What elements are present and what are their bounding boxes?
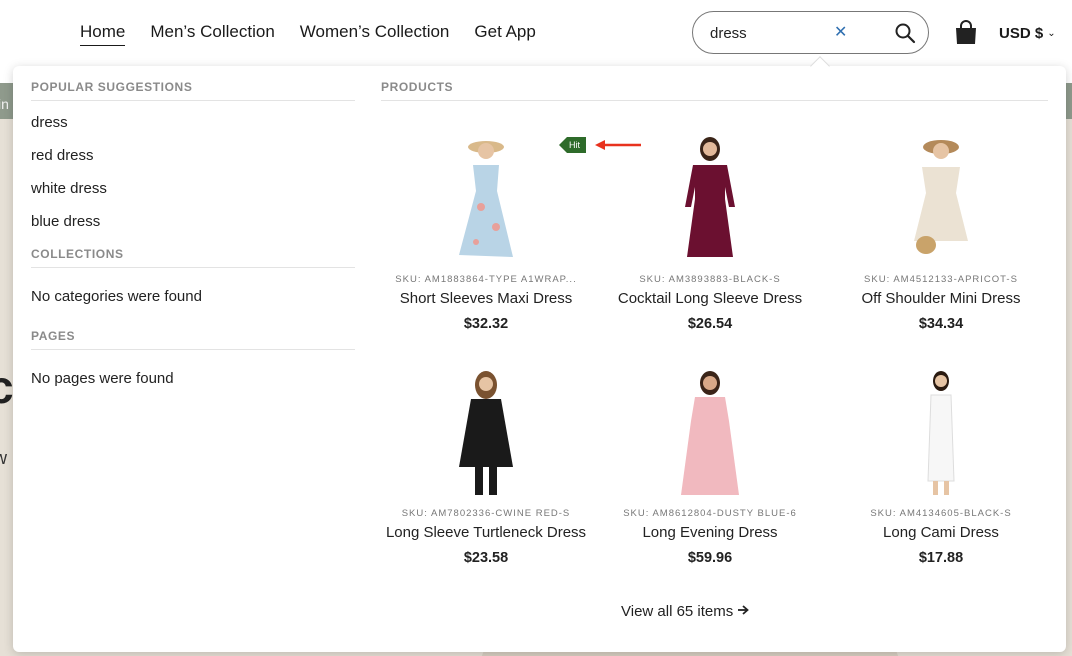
section-title-collections: COLLECTIONS — [31, 247, 355, 268]
nav-get-app[interactable]: Get App — [474, 22, 535, 46]
product-name: Short Sleeves Maxi Dress — [399, 290, 573, 307]
hero-text: w — [0, 448, 7, 468]
section-title-pages: PAGES — [31, 329, 355, 350]
suggestion-item[interactable]: red dress — [31, 142, 355, 175]
section-title-popular: POPULAR SUGGESTIONS — [31, 80, 355, 101]
shopping-bag-icon[interactable] — [954, 20, 978, 46]
product-image — [876, 371, 1006, 497]
product-image — [421, 137, 551, 263]
search-icon[interactable] — [894, 22, 916, 44]
product-card[interactable]: SKU: AM7802336-CWINE RED-S Long Sleeve T… — [381, 371, 591, 566]
product-card[interactable]: SKU: AM4512133-APRICOT-S Off Shoulder Mi… — [836, 137, 1046, 332]
site-header: Home Men’s Collection Women’s Collection… — [0, 0, 1072, 66]
product-card[interactable]: SKU: AM1883864-TYPE A1WRAP... Short Slee… — [381, 137, 591, 332]
view-all-link[interactable]: View all 65 items — [621, 603, 750, 620]
product-price: $17.88 — [918, 550, 964, 566]
product-sku: SKU: AM4134605-BLACK-S — [870, 508, 1012, 519]
search-input[interactable] — [710, 22, 820, 44]
product-name: Long Evening Dress — [642, 524, 778, 541]
popular-suggestions: dress red dress white dress blue dress — [31, 109, 355, 241]
products-grid: Hit SKU: AM1883864-TYPE A1WRAP... Short … — [381, 101, 1048, 591]
product-image — [421, 371, 551, 497]
section-title-products: PRODUCTS — [381, 80, 1048, 101]
nav-mens-collection[interactable]: Men’s Collection — [150, 22, 274, 46]
product-card[interactable]: SKU: AM4134605-BLACK-S Long Cami Dress $… — [836, 371, 1046, 566]
product-price: $23.58 — [463, 550, 509, 566]
search-dropdown: POPULAR SUGGESTIONS dress red dress whit… — [13, 66, 1066, 652]
product-price: $32.32 — [463, 316, 509, 332]
product-image — [876, 137, 1006, 263]
nav-home[interactable]: Home — [80, 22, 126, 46]
product-price: $59.96 — [687, 550, 733, 566]
products-column: PRODUCTS Hit SKU: AM1883864-TYPE A1WRAP.… — [381, 80, 1048, 591]
close-icon[interactable]: ✕ — [834, 24, 847, 42]
arrow-right-icon — [737, 603, 750, 620]
suggestions-column: POPULAR SUGGESTIONS dress red dress whit… — [31, 80, 355, 411]
pages-empty-message: No pages were found — [31, 370, 174, 387]
product-sku: SKU: AM3893883-BLACK-S — [639, 274, 781, 285]
suggestion-item[interactable]: blue dress — [31, 208, 355, 241]
nav-womens-collection[interactable]: Women’s Collection — [300, 22, 450, 46]
main-nav: Home Men’s Collection Women’s Collection… — [80, 22, 536, 46]
chevron-down-icon: ⌄ — [1047, 28, 1056, 39]
suggestion-item[interactable]: dress — [31, 109, 355, 142]
product-card[interactable]: SKU: AM3893883-BLACK-S Cocktail Long Sle… — [605, 137, 815, 332]
product-name: Cocktail Long Sleeve Dress — [617, 290, 803, 307]
product-image — [645, 371, 775, 497]
suggestion-item[interactable]: white dress — [31, 175, 355, 208]
announcement-text: in — [0, 96, 9, 112]
currency-label: USD $ — [999, 25, 1044, 42]
product-card[interactable]: SKU: AM8612804-DUSTY BLUE-6 Long Evening… — [605, 371, 815, 566]
product-image — [645, 137, 775, 263]
product-name: Long Cami Dress — [883, 524, 999, 541]
product-sku: SKU: AM1883864-TYPE A1WRAP... — [395, 274, 577, 285]
search-box: ✕ — [692, 11, 929, 54]
collections-empty-message: No categories were found — [31, 288, 202, 305]
product-sku: SKU: AM7802336-CWINE RED-S — [401, 508, 571, 519]
product-name: Long Sleeve Turtleneck Dress — [385, 524, 587, 541]
view-all-label: View all 65 items — [621, 603, 734, 620]
currency-selector[interactable]: USD $ ⌄ — [999, 25, 1056, 42]
product-name: Off Shoulder Mini Dress — [861, 290, 1021, 307]
product-price: $26.54 — [687, 316, 733, 332]
product-sku: SKU: AM8612804-DUSTY BLUE-6 — [623, 508, 797, 519]
product-price: $34.34 — [918, 316, 964, 332]
product-sku: SKU: AM4512133-APRICOT-S — [864, 274, 1018, 285]
